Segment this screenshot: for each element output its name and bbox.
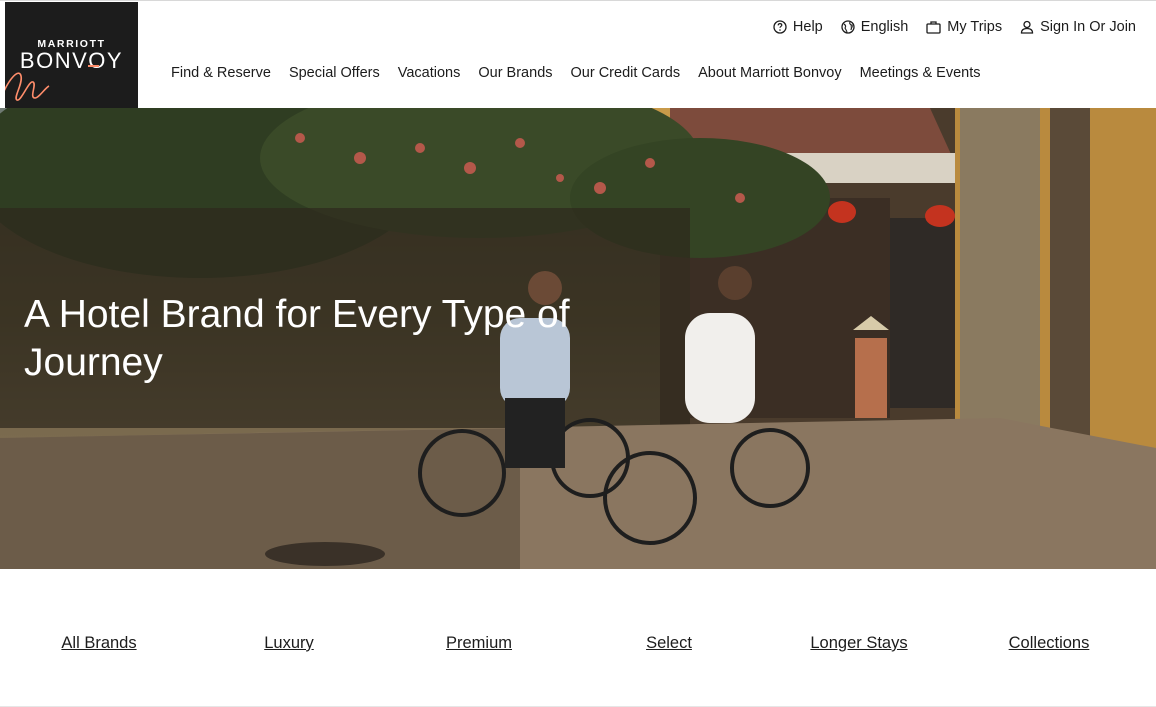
marriott-bonvoy-logo[interactable]: MARRIOTT BONVOY <box>5 2 138 108</box>
logo-bonvoy-text: BONVOY <box>19 48 124 73</box>
globe-icon <box>841 20 855 34</box>
language-selector[interactable]: English <box>841 19 909 35</box>
tab-collections[interactable]: Collections <box>1009 634 1090 653</box>
tab-premium[interactable]: Premium <box>446 634 512 653</box>
sign-in-link[interactable]: Sign In Or Join <box>1020 19 1136 35</box>
hero-banner: A Hotel Brand for Every Type of Journey <box>0 108 1156 569</box>
nav-special-offers[interactable]: Special Offers <box>289 65 380 81</box>
nav-our-brands[interactable]: Our Brands <box>478 65 552 81</box>
suitcase-icon <box>926 20 941 34</box>
tab-all-brands[interactable]: All Brands <box>61 634 136 653</box>
nav-vacations[interactable]: Vacations <box>398 65 461 81</box>
hero-title: A Hotel Brand for Every Type of Journey <box>24 293 570 384</box>
logo-accent-dash <box>88 65 99 67</box>
site-header: MARRIOTT BONVOY Help English My Trips Si… <box>0 0 1156 108</box>
help-label: Help <box>792 19 823 35</box>
help-circle-icon <box>773 20 787 34</box>
nav-about-bonvoy[interactable]: About Marriott Bonvoy <box>698 65 841 81</box>
my-trips-link[interactable]: My Trips <box>926 19 1002 35</box>
utility-nav: Help English My Trips Sign In Or Join <box>773 19 1136 35</box>
tab-select[interactable]: Select <box>646 634 692 653</box>
language-label: English <box>860 19 909 35</box>
my-trips-label: My Trips <box>947 19 1003 35</box>
main-nav: Find & Reserve Special Offers Vacations … <box>171 65 980 81</box>
nav-find-reserve[interactable]: Find & Reserve <box>171 65 271 81</box>
brand-tabs <box>0 569 1156 707</box>
help-link[interactable]: Help <box>773 19 823 35</box>
tab-luxury[interactable]: Luxury <box>264 634 314 653</box>
user-icon <box>1020 20 1034 34</box>
nav-meetings-events[interactable]: Meetings & Events <box>860 65 981 81</box>
nav-credit-cards[interactable]: Our Credit Cards <box>571 65 681 81</box>
tab-longer-stays[interactable]: Longer Stays <box>810 634 907 653</box>
sign-in-label: Sign In Or Join <box>1040 19 1136 35</box>
